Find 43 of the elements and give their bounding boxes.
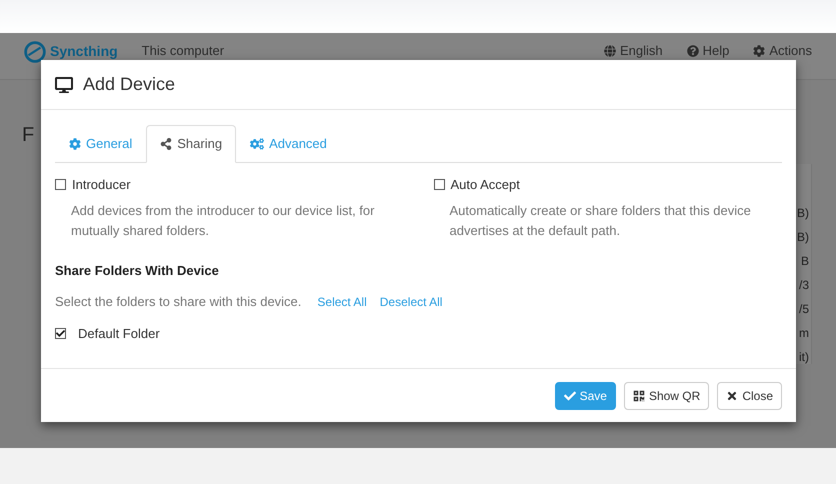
tab[interactable]: Advanced xyxy=(236,125,341,163)
close-button[interactable]: Close xyxy=(717,382,782,410)
check-icon xyxy=(564,390,576,402)
show-qr-button[interactable]: Show QR xyxy=(624,382,710,410)
deselect-all-link[interactable]: Deselect All xyxy=(380,292,442,311)
folder-label[interactable]: Default Folder xyxy=(78,324,160,343)
dialog-title: Add Device xyxy=(83,73,176,96)
checkbox-label[interactable]: Introducer xyxy=(72,175,131,194)
device-name: This computer xyxy=(142,42,224,60)
save-button[interactable]: Save xyxy=(554,382,616,410)
help-text: Add devices from the introducer to our device list, for mutually shared folders. xyxy=(70,202,376,240)
monitor-icon xyxy=(55,76,73,94)
nav-menu-item[interactable]: Help xyxy=(702,41,730,60)
nav-menu-item[interactable]: English xyxy=(620,41,663,60)
tab[interactable]: Sharing xyxy=(146,125,236,163)
gear-icon xyxy=(69,138,81,150)
tab[interactable]: General xyxy=(55,125,146,163)
status-text: B) xyxy=(797,205,809,222)
qr-code-icon xyxy=(632,390,645,402)
brand-name[interactable]: Syncthing xyxy=(50,41,118,62)
select-all-link[interactable]: Select All xyxy=(317,292,367,311)
status-text: B xyxy=(800,253,809,270)
section-heading: Share Folders With Device xyxy=(55,262,220,280)
globe-icon xyxy=(604,44,616,57)
status-text: it) xyxy=(799,349,809,366)
close-icon xyxy=(726,390,738,402)
status-text: m xyxy=(799,325,809,342)
checkbox-label[interactable]: Auto Accept xyxy=(450,175,520,194)
help-icon xyxy=(686,44,699,57)
share-icon xyxy=(160,138,172,150)
status-text: /3 xyxy=(798,277,809,294)
nav-menu-item[interactable]: Actions xyxy=(769,41,812,60)
settings-icon xyxy=(753,44,766,57)
checkbox[interactable] xyxy=(434,179,444,190)
checkbox[interactable] xyxy=(55,328,66,339)
checkbox[interactable] xyxy=(55,179,66,190)
status-text: B) xyxy=(797,229,809,246)
instruction-text: Select the folders to share with this device. xyxy=(55,293,302,311)
help-text: Automatically create or share folders that this device advertises at the default path. xyxy=(448,202,752,240)
logo-icon xyxy=(24,41,46,63)
status-text: /5 xyxy=(798,301,809,318)
page-heading: F xyxy=(22,123,34,148)
gears-icon xyxy=(250,137,264,151)
